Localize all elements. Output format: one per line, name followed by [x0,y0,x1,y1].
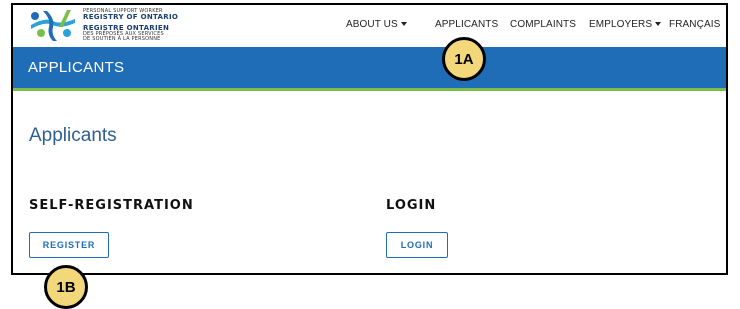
nav-complaints-label: COMPLAINTS [510,19,577,30]
nav-applicants-label: APPLICANTS [435,19,499,30]
top-navigation: PERSONAL SUPPORT WORKER REGISTRY OF ONTA… [13,5,726,47]
nav-employers[interactable]: EMPLOYERS [589,19,662,30]
self-registration-heading: SELF-REGISTRATION [29,198,194,213]
browser-frame: PERSONAL SUPPORT WORKER REGISTRY OF ONTA… [11,3,728,275]
logo-line-5: DE SOUTIEN À LA PERSONNE [83,36,161,42]
login-button[interactable]: LOGIN [386,232,448,258]
chevron-down-icon [655,22,662,27]
page-title: Applicants [29,125,117,146]
annotation-badge-1a: 1A [442,37,486,81]
banner-title: APPLICANTS [28,59,125,76]
login-heading: LOGIN [386,198,437,213]
main-nav: ABOUT US APPLICANTS COMPLAINTS EMPLOYERS… [13,19,726,35]
nav-applicants[interactable]: APPLICANTS [435,19,498,30]
nav-about-us[interactable]: ABOUT US [346,19,407,30]
page-banner: APPLICANTS [13,47,726,91]
nav-about-us-label: ABOUT US [346,19,398,30]
register-button[interactable]: REGISTER [29,232,109,258]
nav-francais-label: FRANÇAIS [669,19,721,30]
chevron-down-icon [400,22,407,27]
nav-complaints[interactable]: COMPLAINTS [510,19,576,30]
nav-francais[interactable]: FRANÇAIS [669,19,720,30]
annotation-badge-1b: 1B [44,265,88,309]
nav-employers-label: EMPLOYERS [589,19,653,30]
